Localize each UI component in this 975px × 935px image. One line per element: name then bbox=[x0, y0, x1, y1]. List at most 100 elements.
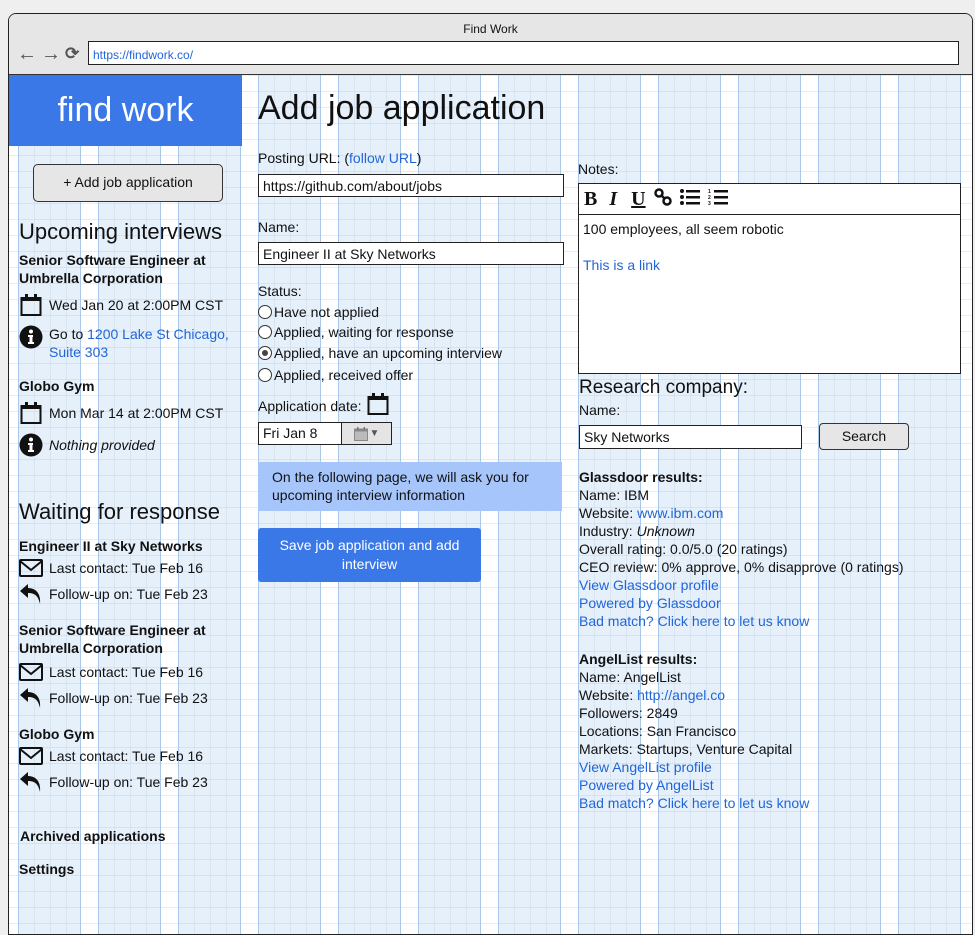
angellist-followers: Followers: 2849 bbox=[579, 705, 678, 721]
page-title: Add job application bbox=[258, 89, 546, 127]
angellist-bad-match-link[interactable]: Bad match? Click here to let us know bbox=[579, 795, 809, 811]
angellist-website-link[interactable]: http://angel.co bbox=[637, 687, 725, 703]
angellist-name: Name: AngelList bbox=[579, 669, 681, 685]
date-picker-toggle[interactable]: ▼ bbox=[342, 423, 391, 444]
last-contact-row: Last contact: Tue Feb 16 bbox=[19, 559, 244, 577]
interview-datetime-row: Wed Jan 20 at 2:00PM CST bbox=[19, 293, 244, 317]
waiting-title[interactable]: Engineer II at Sky Networks bbox=[19, 537, 244, 555]
archived-applications-link[interactable]: Archived applications bbox=[19, 827, 244, 845]
status-option[interactable]: Applied, received offer bbox=[258, 364, 564, 386]
status-radio-group: Have not applied Applied, waiting for re… bbox=[258, 302, 564, 386]
status-option[interactable]: Applied, have an upcoming interview bbox=[258, 342, 564, 364]
name-label: Name: bbox=[258, 219, 300, 235]
glassdoor-heading: Glassdoor results: bbox=[579, 469, 703, 485]
waiting-heading: Waiting for response bbox=[19, 499, 220, 524]
interview-title[interactable]: Globo Gym bbox=[19, 377, 244, 395]
settings-link[interactable]: Settings bbox=[19, 860, 244, 878]
glassdoor-website: Website: www.ibm.com bbox=[579, 505, 724, 521]
browser-window: Find Work ← → ⟳ https://findwork.co/ fin… bbox=[8, 13, 973, 935]
location-text: Nothing provided bbox=[49, 437, 155, 453]
notes-text: 100 employees, all seem robotic bbox=[583, 221, 784, 237]
notes-link[interactable]: This is a link bbox=[583, 257, 660, 273]
glassdoor-results: Glassdoor results: Name: IBM Website: ww… bbox=[579, 468, 969, 630]
glassdoor-ceo-review: CEO review: 0% approve, 0% disapprove (0… bbox=[579, 559, 904, 575]
interview-location-row: Go to 1200 Lake St Chicago, Suite 303 bbox=[19, 325, 244, 361]
status-option[interactable]: Have not applied bbox=[258, 302, 564, 322]
waiting-for-response-section: Waiting for response Engineer II at Sky … bbox=[19, 499, 244, 878]
view-glassdoor-profile-link[interactable]: View Glassdoor profile bbox=[579, 577, 719, 593]
status-label: Status: bbox=[258, 283, 302, 299]
research-company-section: Research company: Name: Sky Networks Sea… bbox=[579, 377, 969, 812]
interview-title[interactable]: Senior Software Engineer at Umbrella Cor… bbox=[19, 251, 244, 287]
window-title: Find Work bbox=[463, 22, 518, 36]
application-date-picker[interactable]: Fri Jan 8 ▼ bbox=[258, 422, 392, 445]
radio-button[interactable] bbox=[258, 325, 272, 339]
add-job-form: Add job application Posting URL: (follow… bbox=[258, 89, 564, 582]
name-input[interactable]: Engineer II at Sky Networks bbox=[258, 242, 564, 265]
notes-content[interactable]: 100 employees, all seem robotic This is … bbox=[579, 215, 960, 279]
url-bar[interactable]: https://findwork.co/ bbox=[88, 41, 959, 65]
last-contact: Last contact: Tue Feb 16 bbox=[49, 664, 204, 680]
info-message: On the following page, we will ask you f… bbox=[258, 462, 562, 511]
follow-up-row: Follow-up on: Tue Feb 23 bbox=[19, 771, 244, 793]
angellist-heading: AngelList results: bbox=[579, 651, 698, 667]
bullet-list-icon[interactable] bbox=[679, 188, 700, 210]
reload-icon[interactable]: ⟳ bbox=[65, 44, 79, 64]
interview-datetime: Mon Mar 14 at 2:00PM CST bbox=[49, 405, 224, 421]
follow-up: Follow-up on: Tue Feb 23 bbox=[49, 774, 208, 790]
svg-text:3: 3 bbox=[708, 201, 711, 206]
follow-up-row: Follow-up on: Tue Feb 23 bbox=[19, 583, 244, 605]
glassdoor-rating: Overall rating: 0.0/5.0 (20 ratings) bbox=[579, 541, 788, 557]
calendar-grid-icon bbox=[353, 426, 368, 441]
notes-label: Notes: bbox=[578, 161, 619, 177]
reply-icon bbox=[19, 687, 43, 709]
posting-url-label: Posting URL: (follow URL) bbox=[258, 150, 422, 166]
save-job-application-button[interactable]: Save job application and add interview bbox=[258, 528, 481, 582]
follow-up-row: Follow-up on: Tue Feb 23 bbox=[19, 687, 244, 709]
research-heading: Research company: bbox=[579, 377, 748, 398]
waiting-title[interactable]: Senior Software Engineer at Umbrella Cor… bbox=[19, 621, 244, 657]
italic-button[interactable]: I bbox=[609, 188, 617, 211]
envelope-icon bbox=[19, 559, 43, 577]
info-icon bbox=[19, 433, 43, 457]
company-name-input[interactable]: Sky Networks bbox=[579, 424, 802, 449]
view-angellist-profile-link[interactable]: View AngelList profile bbox=[579, 759, 712, 775]
glassdoor-bad-match-link[interactable]: Bad match? Click here to let us know bbox=[579, 613, 809, 629]
notes-editor[interactable]: B I U 123 100 employees, all seem roboti… bbox=[578, 183, 961, 374]
application-date-label: Application date: bbox=[258, 392, 564, 419]
last-contact: Last contact: Tue Feb 16 bbox=[49, 748, 204, 764]
underline-button[interactable]: U bbox=[631, 188, 645, 211]
interview-datetime: Wed Jan 20 at 2:00PM CST bbox=[49, 297, 224, 313]
add-job-application-button[interactable]: + Add job application bbox=[33, 164, 223, 202]
bold-button[interactable]: B bbox=[584, 188, 597, 211]
application-date-input[interactable]: Fri Jan 8 bbox=[259, 423, 342, 444]
status-option[interactable]: Applied, waiting for response bbox=[258, 322, 564, 342]
search-button[interactable]: Search bbox=[819, 423, 909, 450]
forward-icon[interactable]: → bbox=[41, 44, 61, 64]
posting-url-input[interactable]: https://github.com/about/jobs bbox=[258, 174, 564, 197]
info-icon bbox=[19, 325, 43, 349]
calendar-icon bbox=[367, 392, 389, 419]
reply-icon bbox=[19, 583, 43, 605]
glassdoor-website-link[interactable]: www.ibm.com bbox=[637, 505, 723, 521]
interview-datetime-row: Mon Mar 14 at 2:00PM CST bbox=[19, 401, 244, 425]
follow-url-link[interactable]: follow URL bbox=[349, 150, 417, 166]
dropdown-arrow-icon: ▼ bbox=[369, 428, 380, 439]
angellist-results: AngelList results: Name: AngelList Websi… bbox=[579, 650, 969, 812]
envelope-icon bbox=[19, 663, 43, 681]
powered-by-angellist-link[interactable]: Powered by AngelList bbox=[579, 777, 714, 793]
reply-icon bbox=[19, 771, 43, 793]
back-icon[interactable]: ← bbox=[17, 44, 37, 64]
logo[interactable]: find work bbox=[9, 75, 242, 146]
angellist-markets: Markets: Startups, Venture Capital bbox=[579, 741, 793, 757]
radio-button-selected[interactable] bbox=[258, 346, 272, 360]
last-contact-row: Last contact: Tue Feb 16 bbox=[19, 663, 244, 681]
powered-by-glassdoor-link[interactable]: Powered by Glassdoor bbox=[579, 595, 721, 611]
numbered-list-icon[interactable]: 123 bbox=[708, 188, 728, 211]
waiting-title[interactable]: Globo Gym bbox=[19, 725, 244, 743]
follow-up: Follow-up on: Tue Feb 23 bbox=[49, 690, 208, 706]
radio-button[interactable] bbox=[258, 305, 272, 319]
upcoming-interviews-section: Upcoming interviews Senior Software Engi… bbox=[19, 219, 244, 457]
radio-button[interactable] bbox=[258, 368, 272, 382]
link-icon[interactable] bbox=[653, 187, 672, 211]
